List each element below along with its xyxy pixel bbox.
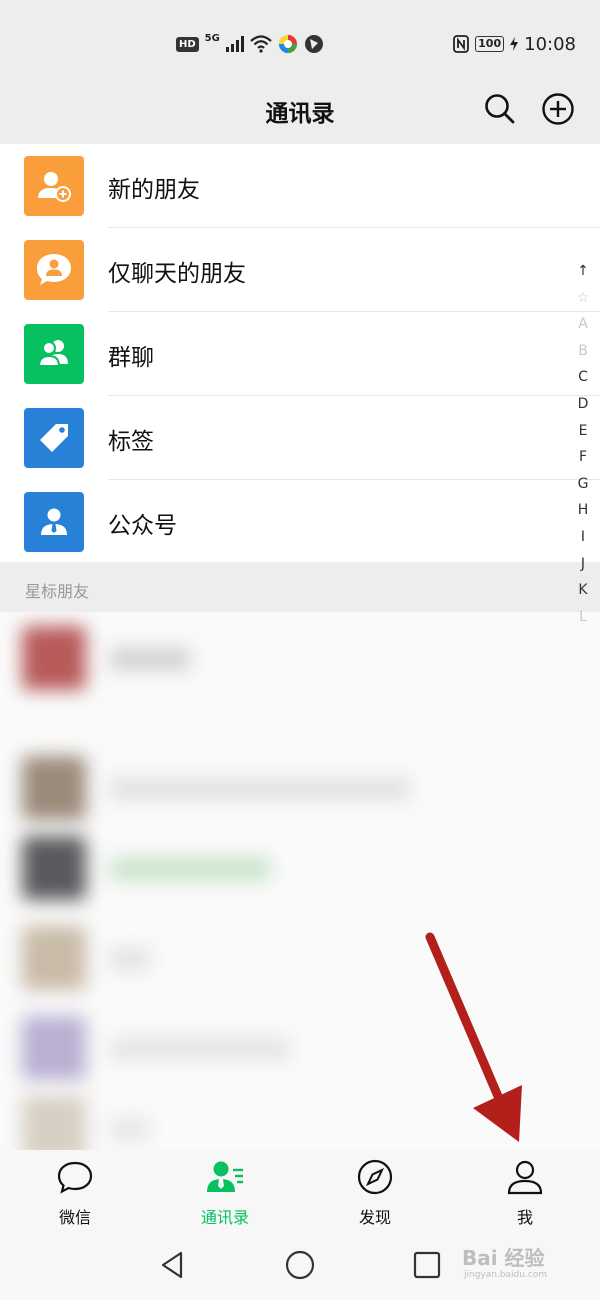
home-button[interactable] <box>283 1248 317 1282</box>
index-letter[interactable]: H <box>578 497 589 524</box>
avatar <box>22 836 86 900</box>
tab-label: 通讯录 <box>200 1208 249 1227</box>
tab-label: 微信 <box>58 1208 91 1227</box>
contact-name <box>110 948 150 970</box>
alphabet-index-bar[interactable]: ↑ ☆ A B C D E F G H I J K L <box>570 258 596 630</box>
avatar <box>22 756 86 820</box>
menu-item-label: 标签 <box>108 429 154 455</box>
app-notification-icon <box>278 34 298 54</box>
tag-icon <box>24 408 84 468</box>
compass-icon <box>357 1159 393 1195</box>
index-letter[interactable]: I <box>581 524 585 551</box>
contact-row[interactable] <box>0 912 600 1004</box>
tab-chats[interactable]: 微信 <box>0 1156 150 1228</box>
menu-item-group-chats[interactable]: 群聊 <box>0 312 600 396</box>
index-letter[interactable]: A <box>578 311 588 338</box>
menu-item-new-friends[interactable]: 新的朋友 <box>0 144 600 228</box>
signal-icon <box>225 36 244 52</box>
index-letter[interactable]: D <box>578 391 589 418</box>
index-letter[interactable]: C <box>578 364 588 391</box>
add-button[interactable] <box>541 92 575 126</box>
index-letter[interactable]: K <box>578 577 587 604</box>
menu-item-label: 仅聊天的朋友 <box>108 261 246 287</box>
menu-item-label: 公众号 <box>108 513 177 539</box>
watermark: Bai 经验 jingyan.baidu.com <box>462 1236 580 1286</box>
home-circle-icon <box>285 1250 315 1280</box>
index-letter[interactable]: E <box>579 418 588 445</box>
avatar <box>22 1016 86 1080</box>
contact-row[interactable] <box>0 1002 600 1094</box>
contact-name <box>110 778 410 800</box>
section-label: 星标朋友 <box>25 582 90 601</box>
recents-square-icon <box>413 1251 441 1279</box>
tab-label: 我 <box>516 1208 533 1227</box>
back-triangle-icon <box>161 1251 183 1279</box>
status-right: 100 10:08 <box>453 32 576 56</box>
avatar <box>22 626 86 690</box>
group-chat-icon <box>24 324 84 384</box>
wifi-icon <box>250 35 272 53</box>
status-left: HD 5G <box>176 32 324 56</box>
hd-badge: HD <box>176 36 199 52</box>
network-type: 5G <box>204 32 220 44</box>
bottom-tab-bar: 微信 通讯录 发现 我 <box>0 1150 600 1230</box>
contact-row[interactable] <box>0 612 600 704</box>
menu-item-label: 群聊 <box>108 345 154 371</box>
clock: 10:08 <box>524 33 576 55</box>
search-icon <box>485 94 515 124</box>
chat-bubble-icon <box>57 1161 93 1194</box>
battery-indicator: 100 <box>475 36 505 52</box>
menu-item-chat-only-friends[interactable]: 仅聊天的朋友 <box>0 228 600 312</box>
index-letter[interactable]: ☆ <box>577 285 590 312</box>
contact-row[interactable] <box>0 1082 600 1150</box>
tab-label: 发现 <box>358 1208 391 1227</box>
nfc-icon <box>453 35 470 53</box>
index-letter[interactable]: ↑ <box>577 258 589 285</box>
index-letter[interactable]: F <box>579 444 587 471</box>
contact-name <box>110 858 270 880</box>
official-account-icon <box>24 492 84 552</box>
menu-item-tags[interactable]: 标签 <box>0 396 600 480</box>
avatar <box>22 1096 86 1150</box>
contact-name <box>110 1118 150 1140</box>
status-bar: HD 5G 100 10:08 <box>0 0 600 88</box>
contact-row[interactable] <box>0 822 600 914</box>
aperture-icon <box>304 35 323 53</box>
watermark-url: jingyan.baidu.com <box>464 1270 548 1280</box>
menu-item-label: 新的朋友 <box>108 177 200 203</box>
add-friend-icon <box>24 156 84 216</box>
recents-button[interactable] <box>410 1248 444 1282</box>
contacts-menu: 新的朋友 仅聊天的朋友 群聊 标签 公众号 <box>0 144 600 562</box>
person-icon <box>507 1160 543 1195</box>
tab-discover[interactable]: 发现 <box>300 1156 450 1228</box>
charging-icon <box>510 37 519 51</box>
chat-only-friend-icon <box>24 240 84 300</box>
menu-item-official-accounts[interactable]: 公众号 <box>0 480 600 564</box>
contact-row[interactable] <box>0 742 600 834</box>
contacts-icon <box>207 1161 243 1192</box>
title-bar: 通讯录 <box>0 80 600 144</box>
back-button[interactable] <box>155 1248 189 1282</box>
contact-name <box>110 648 190 670</box>
search-button[interactable] <box>483 92 517 126</box>
watermark-logo: Bai 经验 <box>462 1246 545 1270</box>
contact-list <box>0 612 600 1150</box>
index-letter[interactable]: L <box>579 604 587 631</box>
plus-circle-icon <box>542 93 574 125</box>
index-letter[interactable]: J <box>581 551 585 578</box>
tab-contacts[interactable]: 通讯录 <box>150 1156 300 1228</box>
section-header-starred: 星标朋友 <box>0 562 600 612</box>
index-letter[interactable]: B <box>578 338 588 365</box>
contact-name <box>110 1038 290 1060</box>
index-letter[interactable]: G <box>578 471 589 498</box>
avatar <box>22 926 86 990</box>
tab-me[interactable]: 我 <box>450 1156 600 1228</box>
